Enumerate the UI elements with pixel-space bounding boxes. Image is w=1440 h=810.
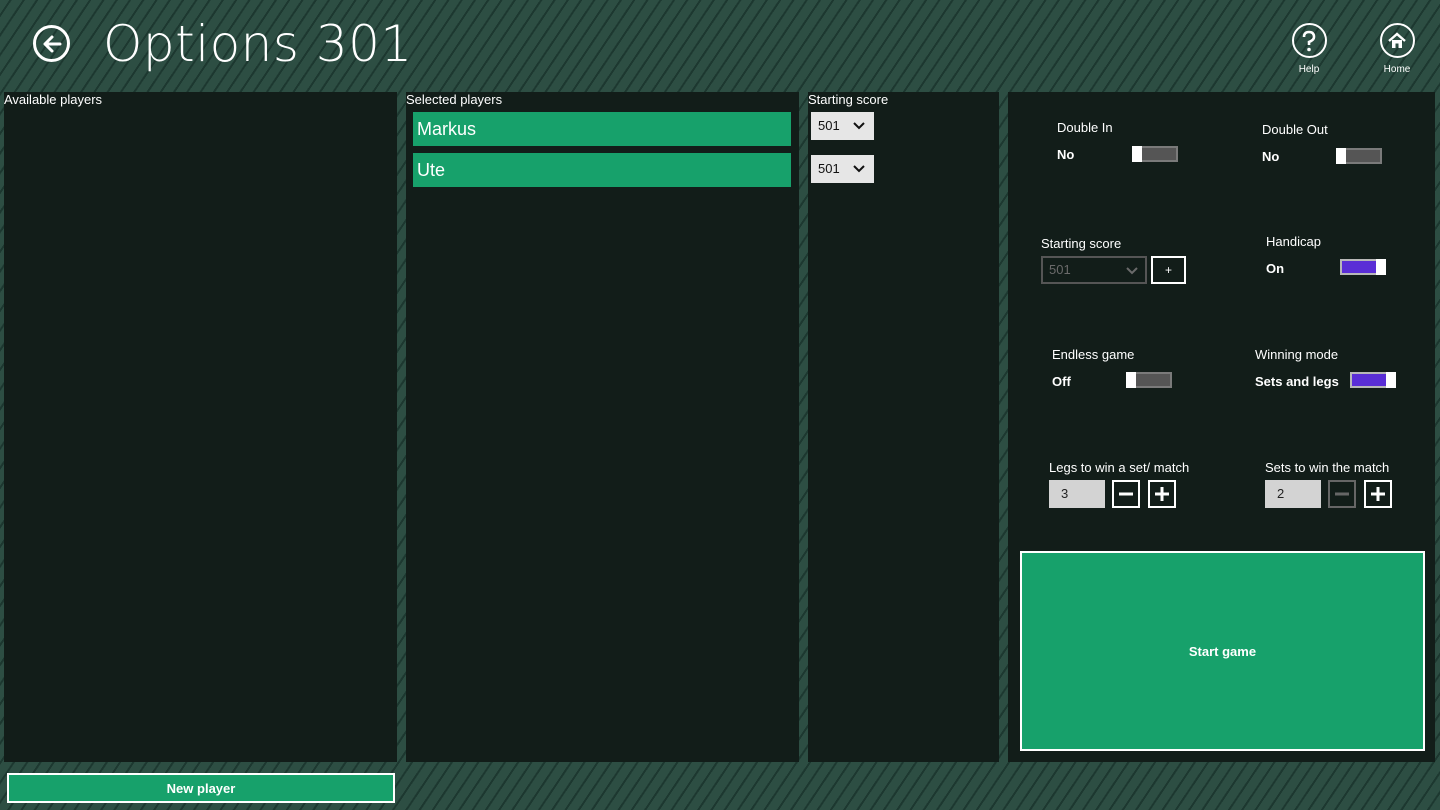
starting-score-column-label: Starting score — [808, 92, 889, 107]
legs-to-win-input[interactable]: 3 — [1049, 480, 1105, 508]
handicap-label: Handicap — [1266, 234, 1321, 249]
help-button[interactable]: Help — [1279, 23, 1339, 75]
plus-icon: + — [1164, 263, 1172, 277]
legs-to-win-label: Legs to win a set/ match — [1049, 460, 1190, 475]
minus-icon — [1335, 492, 1349, 496]
chevron-down-icon — [853, 165, 865, 173]
starting-score-panel: Starting score 501 501 — [808, 92, 999, 762]
starting-score-select-ute[interactable]: 501 — [811, 155, 874, 183]
handicap-toggle[interactable] — [1340, 259, 1386, 275]
home-button[interactable]: Home — [1367, 23, 1427, 75]
double-out-toggle[interactable] — [1336, 148, 1382, 164]
endless-game-label: Endless game — [1052, 347, 1135, 362]
starting-score-select[interactable]: 501 — [1041, 256, 1147, 284]
winning-mode-label: Winning mode — [1255, 347, 1339, 362]
available-players-panel[interactable]: Available players — [4, 92, 397, 762]
arrow-left-icon — [43, 35, 61, 52]
endless-game-toggle[interactable] — [1126, 372, 1172, 388]
new-player-label: New player — [166, 780, 236, 796]
handicap-value: On — [1266, 261, 1285, 276]
plus-icon — [1371, 487, 1385, 501]
legs-increment-button[interactable] — [1148, 480, 1176, 508]
player-item-markus[interactable]: Markus — [413, 112, 791, 146]
legs-decrement-button[interactable] — [1112, 480, 1140, 508]
selected-players-panel[interactable]: Selected players Markus Ute — [406, 92, 799, 762]
sets-decrement-button[interactable] — [1328, 480, 1356, 508]
sets-to-win-label: Sets to win the match — [1265, 460, 1390, 475]
home-label: Home — [1383, 64, 1411, 75]
new-player-button[interactable]: New player — [7, 773, 395, 803]
sets-increment-button[interactable] — [1364, 480, 1392, 508]
player-item-ute[interactable]: Ute — [413, 153, 791, 187]
starting-score-select-markus[interactable]: 501 — [811, 112, 874, 140]
plus-icon — [1155, 487, 1169, 501]
starting-score-label: Starting score — [1041, 236, 1122, 251]
endless-game-value: Off — [1052, 374, 1071, 389]
chevron-down-icon — [1126, 267, 1138, 275]
minus-icon — [1119, 492, 1133, 496]
back-button[interactable] — [33, 25, 70, 62]
home-icon — [1388, 31, 1406, 48]
double-out-label: Double Out — [1262, 122, 1328, 137]
starting-score-value: 501 — [818, 161, 840, 176]
double-in-value: No — [1057, 147, 1075, 162]
question-icon — [1302, 30, 1316, 51]
add-starting-score-button[interactable]: + — [1151, 256, 1186, 284]
sets-to-win-input[interactable]: 2 — [1265, 480, 1321, 508]
page-title: Options 301 — [103, 15, 413, 73]
start-game-label: Start game — [1188, 643, 1257, 659]
starting-score-select-value: 501 — [1049, 262, 1071, 277]
winning-mode-value: Sets and legs — [1255, 374, 1339, 389]
winning-mode-toggle[interactable] — [1350, 372, 1396, 388]
double-out-value: No — [1262, 149, 1280, 164]
starting-score-value: 501 — [818, 118, 840, 133]
help-label: Help — [1298, 64, 1320, 75]
selected-players-label: Selected players — [406, 92, 503, 107]
start-game-button[interactable]: Start game — [1020, 551, 1425, 751]
chevron-down-icon — [853, 122, 865, 130]
double-in-toggle[interactable] — [1132, 146, 1178, 162]
double-in-label: Double In — [1057, 120, 1113, 135]
available-players-label: Available players — [4, 92, 103, 107]
